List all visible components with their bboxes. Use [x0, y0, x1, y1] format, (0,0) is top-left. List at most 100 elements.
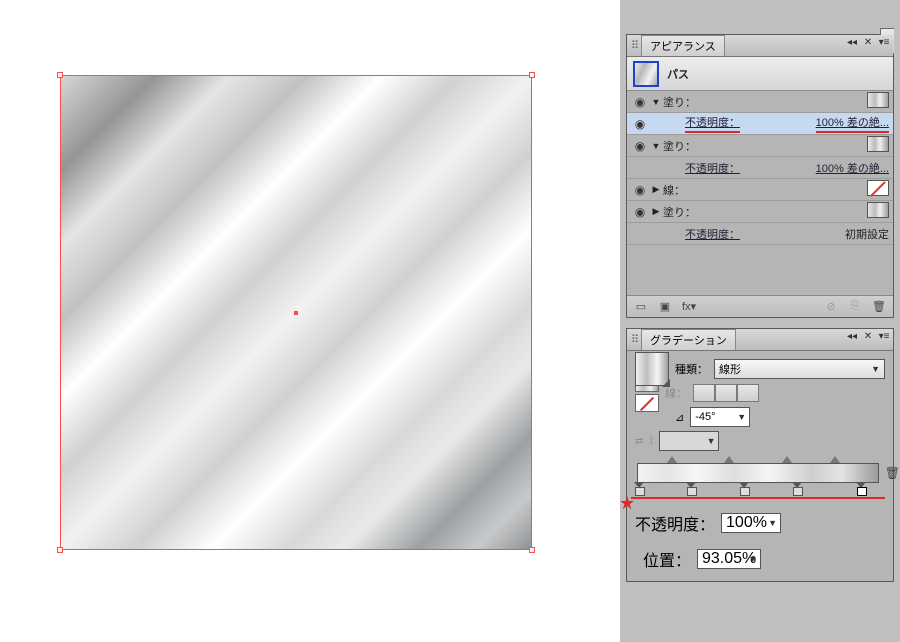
disclosure-triangle[interactable]: ▶: [649, 184, 663, 195]
appearance-panel: ⠿ アピアランス ◂◂ ✕ ▾≡ パス ◉ ▼ 塗り： ◉: [626, 34, 894, 318]
panel-menu-icon[interactable]: ▾≡: [877, 36, 891, 50]
chevron-down-icon: ▼: [768, 518, 777, 528]
appearance-row-fill-3[interactable]: ◉ ▶ 塗り：: [627, 201, 893, 223]
panel-grip[interactable]: ⠿: [631, 333, 637, 346]
gradient-body: 種類： 線形 ▼ 線：: [627, 351, 893, 581]
stroke-gradient-mode-buttons[interactable]: [693, 384, 759, 402]
aspect-ratio-field: ▼: [659, 431, 719, 451]
visibility-toggle[interactable]: ◉: [631, 117, 649, 131]
visibility-toggle[interactable]: ◉: [631, 139, 649, 153]
location-label: 位置：: [635, 547, 691, 571]
panel-close-icon[interactable]: ✕: [861, 330, 875, 344]
appearance-target-label: パス: [667, 66, 689, 82]
chevron-down-icon: ▼: [871, 364, 880, 374]
stop-location-field[interactable]: 93.05% ▼: [697, 549, 761, 569]
gradient-panel: ⠿ グラデーション ◂◂ ✕ ▾≡ 種類： 線形 ▼: [626, 328, 894, 582]
new-fill-icon[interactable]: ▣: [657, 299, 673, 315]
stop-opacity-value: 100%: [726, 514, 767, 532]
disclosure-triangle[interactable]: ▼: [649, 97, 663, 107]
stroke-label: 線：: [665, 385, 687, 401]
new-stroke-icon[interactable]: ▭: [633, 299, 649, 315]
fill-swatch[interactable]: [867, 92, 889, 108]
appearance-row-stroke[interactable]: ◉ ▶ 線：: [627, 179, 893, 201]
disclosure-triangle[interactable]: ▼: [649, 141, 663, 151]
delete-stop-icon[interactable]: 🗑: [885, 466, 900, 480]
row-label: 線：: [663, 182, 685, 198]
type-label: 種類：: [675, 361, 708, 377]
selection-handle-bl[interactable]: [57, 547, 63, 553]
annotation-star-icon: ★: [619, 493, 635, 514]
appearance-tab[interactable]: アピアランス: [641, 35, 725, 56]
appearance-footer: ▭ ▣ fx▾ ⊘ ⎘ 🗑: [627, 295, 893, 317]
gradient-type-select[interactable]: 線形 ▼: [714, 359, 885, 379]
gradient-type-value: 線形: [719, 361, 741, 377]
appearance-body: パス ◉ ▼ 塗り： ◉ 不透明度： 100% 差の絶... ◉ ▼ 塗り：: [627, 57, 893, 317]
appearance-target-row[interactable]: パス: [627, 57, 893, 91]
stroke-swatch-none[interactable]: [867, 180, 889, 196]
gradient-midpoint[interactable]: [667, 456, 677, 464]
gradient-midpoint[interactable]: [782, 456, 792, 464]
gradient-stop[interactable]: [792, 482, 802, 494]
add-effect-menu[interactable]: fx▾: [681, 299, 697, 315]
panel-grip[interactable]: ⠿: [631, 39, 637, 52]
visibility-toggle[interactable]: ◉: [631, 205, 649, 219]
fill-swatch[interactable]: [867, 202, 889, 218]
stroke-mode-across[interactable]: [737, 384, 759, 402]
gradient-midpoint[interactable]: [830, 456, 840, 464]
stroke-mode-within[interactable]: [693, 384, 715, 402]
opacity-label[interactable]: 不透明度：: [685, 226, 740, 242]
gradient-angle-field[interactable]: -45° ▼: [690, 407, 750, 427]
appearance-thumbnail[interactable]: [633, 61, 659, 87]
panel-close-icon[interactable]: ✕: [861, 36, 875, 50]
opacity-value[interactable]: 100% 差の絶...: [816, 114, 889, 133]
appearance-row-opacity-2[interactable]: 不透明度： 100% 差の絶...: [627, 157, 893, 179]
row-label: 塗り：: [663, 94, 696, 110]
selection-handle-tr[interactable]: [529, 72, 535, 78]
panel-menu-icon[interactable]: ▾≡: [877, 330, 891, 344]
gradient-stroke-swatch-none[interactable]: [635, 394, 659, 412]
duplicate-item-icon[interactable]: ⎘: [847, 299, 863, 315]
gradient-stop[interactable]: [739, 482, 749, 494]
chevron-down-icon: ▼: [737, 412, 746, 422]
chevron-down-icon: ▼: [707, 436, 716, 446]
disclosure-triangle[interactable]: ▶: [649, 206, 663, 217]
opacity-label[interactable]: 不透明度：: [685, 114, 740, 133]
reverse-gradient-icon[interactable]: ⇄: [635, 436, 643, 447]
appearance-tabbar: ⠿ アピアランス ◂◂ ✕ ▾≡: [627, 35, 893, 57]
appearance-row-fill-2[interactable]: ◉ ▼ 塗り：: [627, 135, 893, 157]
gradient-stop[interactable]: [634, 482, 644, 494]
gradient-tabbar: ⠿ グラデーション ◂◂ ✕ ▾≡: [627, 329, 893, 351]
appearance-row-opacity-1[interactable]: ◉ 不透明度： 100% 差の絶...: [627, 113, 893, 135]
selection-handle-tl[interactable]: [57, 72, 63, 78]
appearance-row-opacity-default[interactable]: 不透明度： 初期設定: [627, 223, 893, 245]
selected-artwork[interactable]: [60, 75, 532, 550]
selection-handle-br[interactable]: [529, 547, 535, 553]
delete-item-icon[interactable]: 🗑: [871, 299, 887, 315]
row-label: 塗り：: [663, 138, 696, 154]
row-label: 塗り：: [663, 204, 696, 220]
gradient-midpoint[interactable]: [724, 456, 734, 464]
gradient-preview-swatch[interactable]: [635, 352, 669, 386]
panel-collapse-icon[interactable]: ◂◂: [845, 330, 859, 344]
gradient-tab[interactable]: グラデーション: [641, 329, 736, 350]
angle-icon: ⊿: [675, 411, 684, 424]
gradient-slider[interactable]: 🗑: [637, 463, 879, 483]
panel-collapse-icon[interactable]: ◂◂: [845, 36, 859, 50]
opacity-value[interactable]: 100% 差の絶...: [816, 160, 889, 176]
selection-center: [294, 311, 298, 315]
fill-swatch[interactable]: [867, 136, 889, 152]
clear-appearance-icon[interactable]: ⊘: [823, 299, 839, 315]
opacity-value: 初期設定: [845, 226, 889, 242]
stop-opacity-field[interactable]: 100% ▼: [721, 513, 781, 533]
gradient-stop-selected[interactable]: [856, 482, 866, 494]
visibility-toggle[interactable]: ◉: [631, 183, 649, 197]
stroke-mode-along[interactable]: [715, 384, 737, 402]
visibility-toggle[interactable]: ◉: [631, 95, 649, 109]
appearance-row-fill-1[interactable]: ◉ ▼ 塗り：: [627, 91, 893, 113]
gradient-angle-value: -45°: [695, 411, 715, 423]
annotation-underline: [631, 497, 885, 499]
opacity-label: 不透明度：: [635, 511, 715, 535]
chevron-down-icon: ▼: [748, 554, 757, 564]
opacity-label[interactable]: 不透明度：: [685, 160, 740, 176]
gradient-stop[interactable]: [686, 482, 696, 494]
